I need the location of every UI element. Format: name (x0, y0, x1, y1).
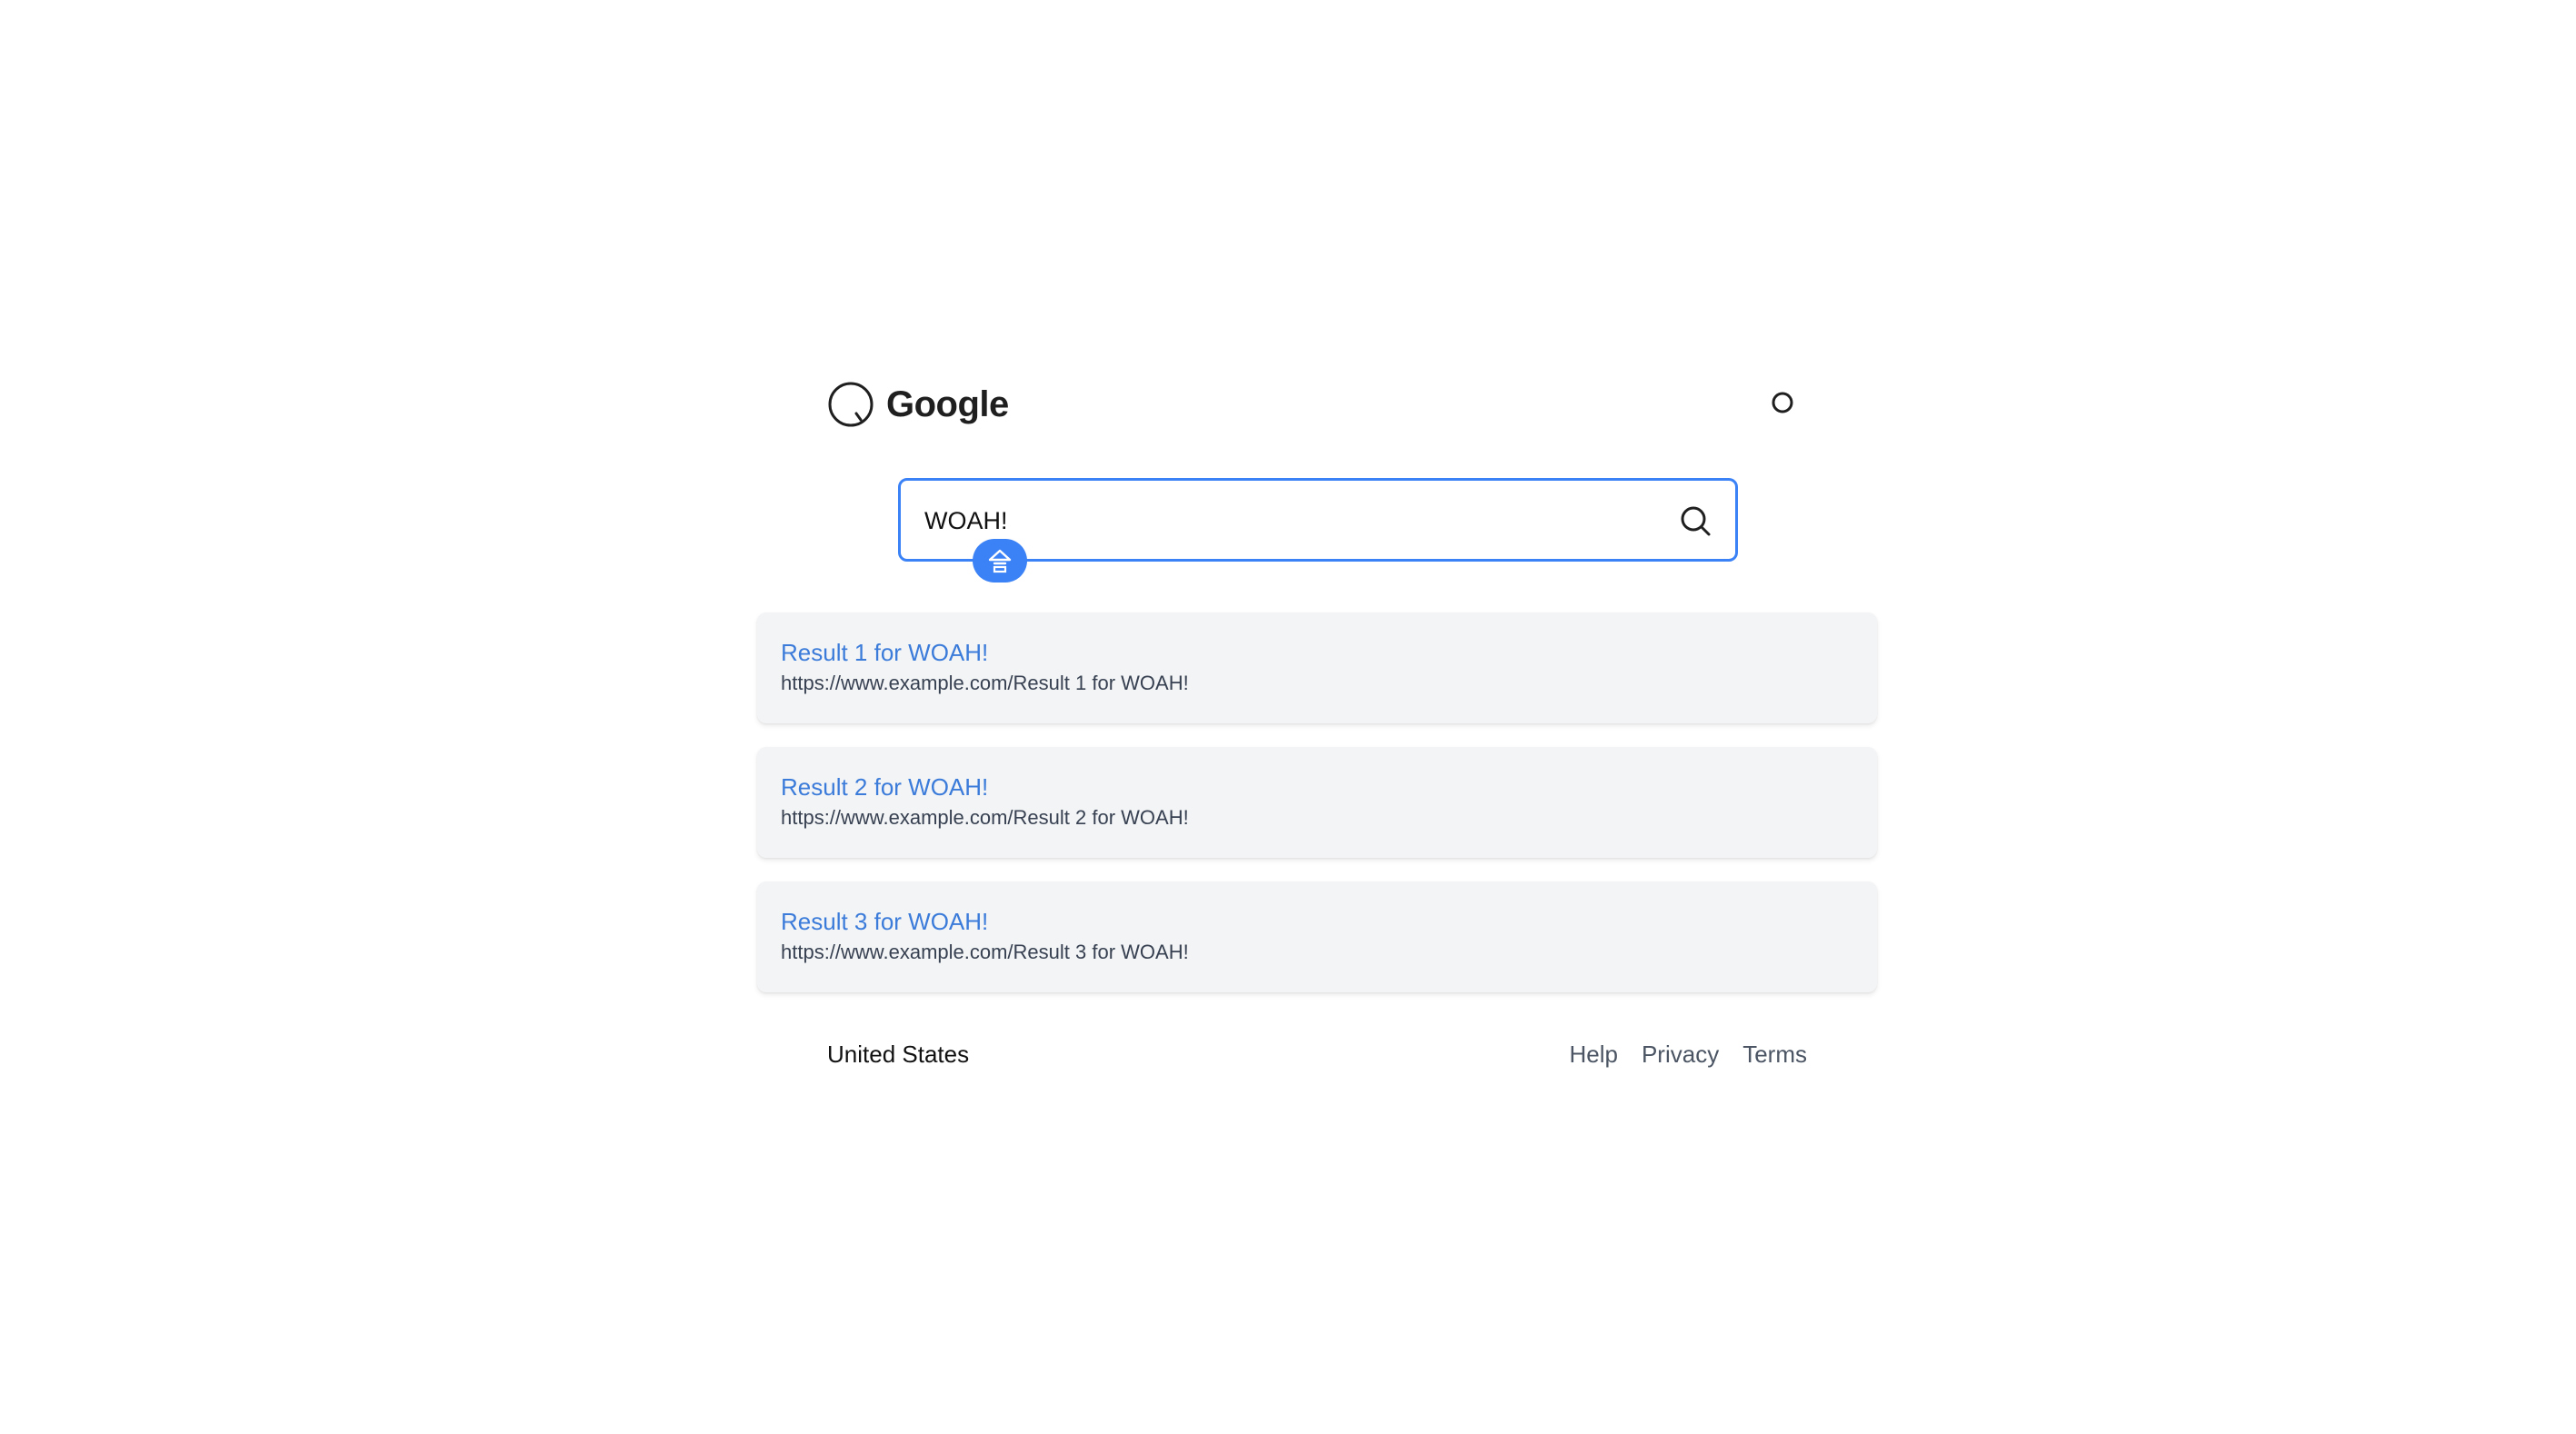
result-url: https://www.example.com/Result 3 for WOA… (781, 941, 1189, 963)
search-page: Google Result 1 for WOAH! https://www.ex… (0, 0, 2576, 1434)
footer-links: Help Privacy Terms (1569, 1038, 1807, 1071)
profile-circle-icon[interactable] (1770, 390, 1795, 415)
privacy-link[interactable]: Privacy (1642, 1038, 1719, 1071)
header: Google (827, 376, 1809, 433)
result-url: https://www.example.com/Result 2 for WOA… (781, 806, 1189, 829)
home-icon (988, 549, 1012, 573)
search-input[interactable] (924, 493, 1652, 548)
home-badge-button[interactable] (973, 539, 1027, 583)
result-item[interactable]: Result 1 for WOAH! https://www.example.c… (757, 612, 1877, 723)
result-title[interactable]: Result 3 for WOAH! (781, 907, 988, 936)
result-url: https://www.example.com/Result 1 for WOA… (781, 672, 1189, 694)
search-circle-icon (828, 382, 874, 427)
result-item[interactable]: Result 2 for WOAH! https://www.example.c… (757, 747, 1877, 858)
logo-text: Google (886, 384, 1009, 424)
region-label: United States (827, 1041, 970, 1068)
footer: United States Help Privacy Terms (827, 1038, 1809, 1074)
help-link[interactable]: Help (1569, 1038, 1617, 1071)
results-list: Result 1 for WOAH! https://www.example.c… (757, 612, 1877, 1016)
terms-link[interactable]: Terms (1742, 1038, 1807, 1071)
result-item[interactable]: Result 3 for WOAH! https://www.example.c… (757, 881, 1877, 992)
result-title[interactable]: Result 2 for WOAH! (781, 772, 988, 802)
result-title[interactable]: Result 1 for WOAH! (781, 638, 988, 667)
search-icon[interactable] (1679, 504, 1713, 539)
